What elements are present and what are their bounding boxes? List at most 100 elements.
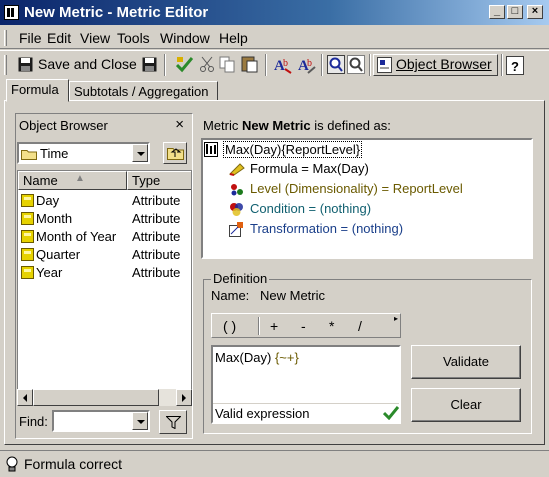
- multiply-button[interactable]: *: [329, 318, 334, 334]
- minimize-button[interactable]: _: [489, 5, 505, 19]
- divide-button[interactable]: /: [358, 318, 362, 334]
- clear-button[interactable]: Clear: [411, 388, 521, 422]
- save-and-close-button[interactable]: Save and Close: [16, 54, 156, 76]
- scroll-left-button[interactable]: [17, 389, 33, 406]
- column-header-type[interactable]: Type: [127, 171, 191, 190]
- menu-window[interactable]: Window: [160, 30, 210, 46]
- paste-icon[interactable]: [241, 55, 258, 73]
- tab-subtotals-label: Subtotals / Aggregation: [74, 84, 209, 99]
- menu-help[interactable]: Help: [219, 30, 248, 46]
- formula-editor[interactable]: Max(Day) {~+} Valid expression: [211, 345, 401, 424]
- attribute-icon: [21, 248, 34, 261]
- list-item[interactable]: Day Attribute: [18, 192, 191, 210]
- operator-separator: [258, 317, 260, 335]
- menu-grip: [4, 30, 7, 46]
- horizontal-scrollbar[interactable]: [17, 389, 192, 406]
- validate-button[interactable]: Validate: [411, 345, 521, 379]
- copy-icon[interactable]: [219, 56, 235, 73]
- chevron-down-icon[interactable]: [132, 144, 148, 162]
- minus-button[interactable]: -: [301, 318, 306, 334]
- font-format-icon[interactable]: Ab: [297, 55, 317, 74]
- formula-text: Max(Day) {~+}: [215, 350, 299, 365]
- attribute-icon: [21, 194, 34, 207]
- scroll-thumb[interactable]: [33, 389, 159, 406]
- menu-file[interactable]: File: [19, 30, 42, 46]
- list-item[interactable]: Month Attribute: [18, 210, 191, 228]
- tree-transformation-label: Transformation = (nothing): [250, 221, 404, 236]
- item-type: Attribute: [132, 193, 181, 208]
- tab-formula[interactable]: Formula: [6, 79, 69, 102]
- list-item[interactable]: Quarter Attribute: [18, 246, 191, 264]
- name-value: New Metric: [260, 288, 326, 303]
- column-header-name[interactable]: Name ▲: [18, 171, 127, 190]
- toolbar-separator: [369, 54, 371, 76]
- plus-button[interactable]: +: [270, 318, 278, 334]
- parentheses-button[interactable]: ( ): [223, 318, 236, 334]
- toolbar-separator: [321, 54, 323, 76]
- folder-icon: [21, 150, 37, 160]
- list-item[interactable]: Month of Year Attribute: [18, 228, 191, 246]
- menu-tools[interactable]: Tools: [117, 30, 150, 46]
- chevron-down-icon[interactable]: [132, 412, 148, 430]
- font-icon[interactable]: Ab: [273, 55, 293, 74]
- arrow-right-icon: [182, 394, 186, 402]
- folder-up-button[interactable]: [163, 142, 187, 164]
- status-bar: Formula correct: [0, 450, 549, 477]
- find-label: Find:: [19, 414, 48, 429]
- title-bar: New Metric - Metric Editor _ □ ×: [0, 0, 549, 25]
- cut-icon[interactable]: [199, 56, 215, 73]
- definition-header: Metric New Metric is defined as:: [203, 118, 391, 133]
- item-type: Attribute: [132, 229, 181, 244]
- find-zoom-icon[interactable]: [347, 55, 365, 74]
- item-name: Month: [36, 211, 73, 226]
- definition-suffix: is defined as:: [314, 118, 391, 133]
- metric-editor-icon: [4, 5, 19, 20]
- object-browser-icon: [377, 57, 392, 73]
- validate-button-label: Validate: [442, 354, 489, 369]
- validate-check-icon[interactable]: [176, 56, 193, 73]
- close-button[interactable]: ×: [527, 5, 543, 19]
- more-operators-icon[interactable]: ▸: [394, 314, 398, 323]
- operator-toolbar: ( ) + - * / ▸: [211, 313, 401, 338]
- formula-main: Max(Day): [215, 350, 272, 365]
- attribute-icon: [21, 230, 34, 243]
- toolbar-separator: [164, 54, 166, 76]
- help-button[interactable]: ?: [506, 56, 524, 75]
- valid-check-icon: [383, 406, 399, 420]
- object-browser-button[interactable]: Object Browser: [373, 54, 498, 76]
- definition-prefix: Metric: [203, 118, 239, 133]
- object-browser-label: Object Browser: [396, 56, 492, 72]
- find-input[interactable]: [52, 410, 150, 432]
- column-type-label: Type: [132, 173, 161, 188]
- attribute-icon: [21, 266, 34, 279]
- name-label: Name:: [211, 288, 250, 303]
- object-browser-close-icon[interactable]: ×: [175, 116, 184, 133]
- tree-condition-label: Condition = (nothing): [250, 201, 372, 216]
- menu-edit[interactable]: Edit: [47, 30, 71, 46]
- zoom-icon[interactable]: [327, 55, 345, 74]
- item-name: Year: [36, 265, 63, 280]
- object-browser-title: Object Browser: [19, 118, 108, 133]
- clear-button-label: Clear: [450, 397, 482, 412]
- arrow-left-icon: [23, 394, 27, 402]
- item-type: Attribute: [132, 247, 181, 262]
- item-type: Attribute: [132, 211, 181, 226]
- maximize-button[interactable]: □: [507, 5, 523, 19]
- item-name: Quarter: [36, 247, 81, 262]
- folder-select[interactable]: Time: [17, 142, 150, 164]
- tab-strip: Formula Subtotals / Aggregation: [0, 79, 549, 102]
- item-name: Month of Year: [36, 229, 117, 244]
- scroll-right-button[interactable]: [176, 389, 192, 406]
- column-name-label: Name: [23, 173, 58, 188]
- status-text: Formula correct: [24, 456, 123, 472]
- filter-button[interactable]: [159, 410, 187, 434]
- menu-view[interactable]: View: [80, 30, 110, 46]
- metric-icon: [204, 142, 218, 157]
- save-icon-small[interactable]: [142, 57, 157, 72]
- toolbar-grip: [4, 55, 7, 75]
- lightbulb-icon: [6, 456, 18, 472]
- list-item[interactable]: Year Attribute: [18, 264, 191, 282]
- tab-subtotals-aggregation[interactable]: Subtotals / Aggregation: [69, 81, 218, 101]
- tree-root-label: Max(Day){ReportLevel}: [223, 141, 363, 158]
- metric-name: New Metric: [242, 118, 311, 133]
